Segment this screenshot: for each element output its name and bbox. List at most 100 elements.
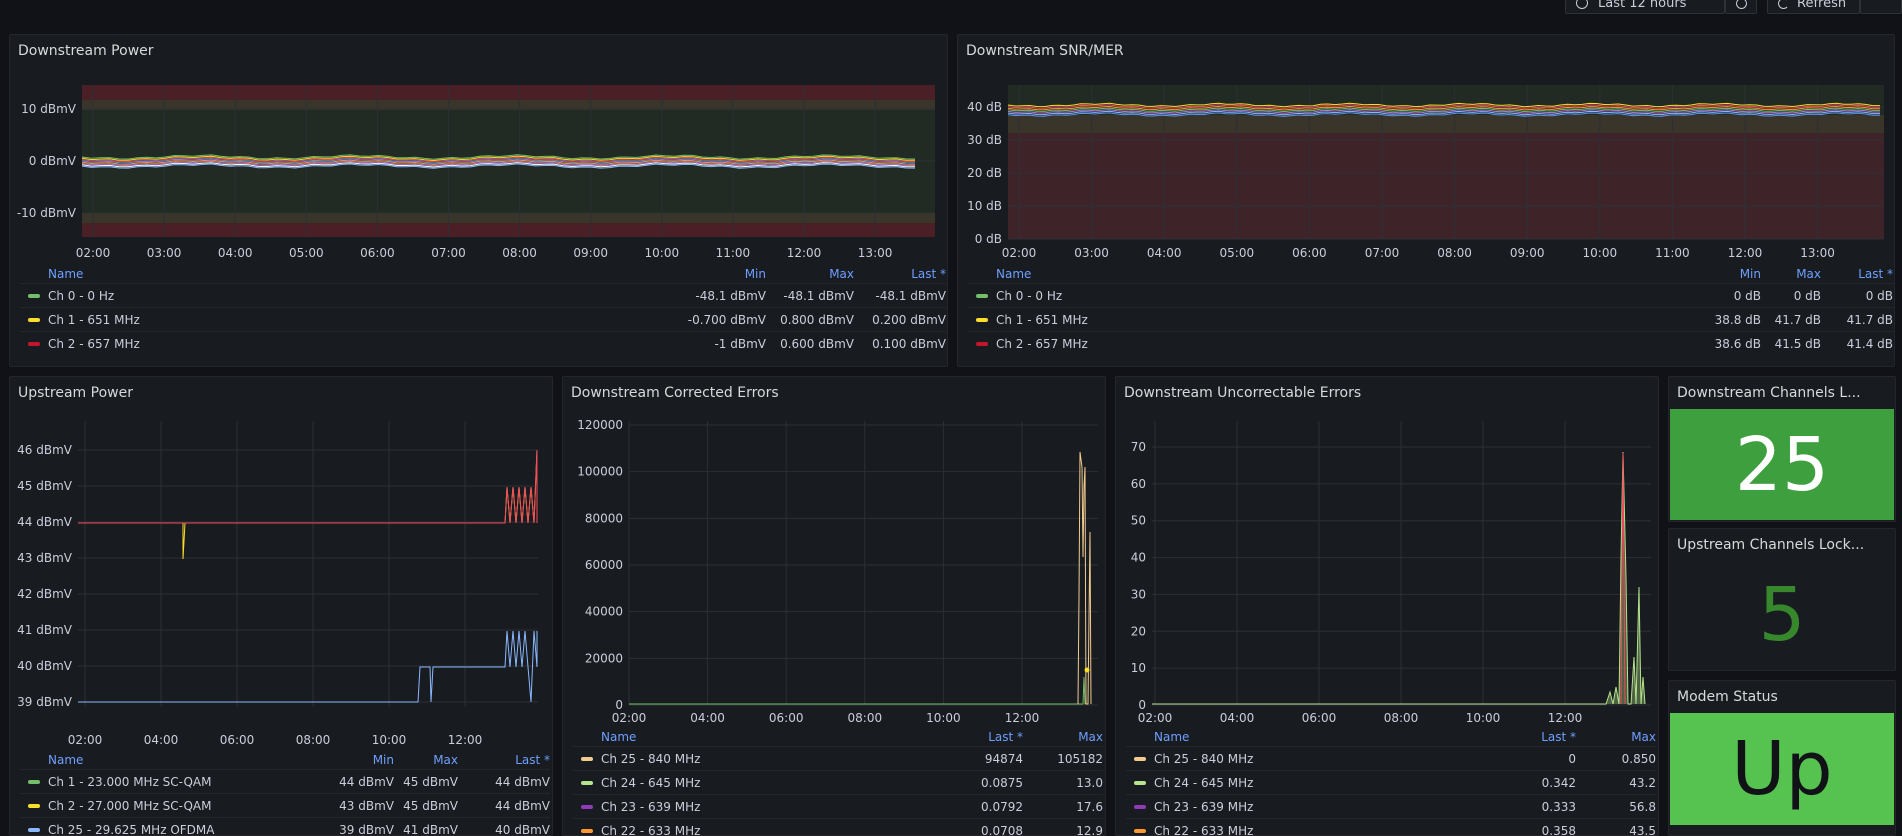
legend-sort-last[interactable]: Last * [939, 730, 1023, 744]
x-tick-label: 12:00 [1728, 246, 1763, 260]
legend-max-value: 43.2 [1576, 776, 1656, 790]
y-tick-label: 0 [1138, 698, 1146, 712]
refresh-label: Refresh [1797, 0, 1846, 11]
legend-header: NameMinMaxLast * [20, 751, 550, 769]
clock-icon [1576, 0, 1588, 9]
legend-row[interactable]: Ch 23 - 639 MHz0.33356.8 [1126, 794, 1656, 818]
zoom-out-button[interactable] [1725, 0, 1757, 14]
legend-row[interactable]: Ch 24 - 645 MHz0.34243.2 [1126, 770, 1656, 794]
legend-row[interactable]: Ch 1 - 651 MHz-0.700 dBmV0.800 dBmV0.200… [20, 307, 946, 331]
legend-series-name: Ch 2 - 657 MHz [48, 337, 140, 351]
legend-sort-max[interactable]: Max [1761, 267, 1821, 281]
downstream-snr-graph[interactable]: 40 dB30 dB20 dB10 dB0 dB02:0003:0004:000… [958, 35, 1895, 265]
legend-sort-min[interactable]: Min [676, 267, 766, 281]
series-color-swatch [1134, 757, 1146, 761]
legend-sort-min[interactable]: Min [324, 753, 394, 767]
downstream-corrected-errors-panel: Downstream Corrected Errors 120000100000… [562, 376, 1106, 836]
legend-sort-name[interactable]: Name [20, 753, 324, 767]
legend-sort-name[interactable]: Name [573, 730, 939, 744]
x-tick-label: 09:00 [1510, 246, 1545, 260]
legend-series-name: Ch 25 - 840 MHz [1154, 752, 1253, 766]
y-tick-label: 20 dB [967, 166, 1002, 180]
legend-sort-max[interactable]: Max [1023, 730, 1103, 744]
legend-max-value: 0.800 dBmV [766, 313, 854, 327]
data-point [1085, 668, 1090, 673]
x-tick-label: 07:00 [1365, 246, 1400, 260]
legend-min-value: -48.1 dBmV [676, 289, 766, 303]
panel-title[interactable]: Modem Status [1677, 689, 1778, 705]
downstream-power-graph[interactable]: 10 dBmV0 dBmV-10 dBmV02:0003:0004:0005:0… [10, 35, 948, 265]
downstream-power-legend: NameMinMaxLast * Ch 0 - 0 Hz -48.1 dBmV-48… [20, 265, 946, 355]
stat-value: 25 [1735, 422, 1829, 508]
y-tick-label: 44 dBmV [17, 515, 73, 529]
legend-last-value: 0.0875 [939, 776, 1023, 790]
x-tick-label: 09:00 [573, 246, 608, 260]
legend-row[interactable]: Ch 0 - 0 Hz0 dB0 dB0 dB [968, 283, 1893, 307]
legend-row[interactable]: Ch 23 - 639 MHz0.079217.6 [573, 794, 1103, 818]
legend-row[interactable]: Ch 2 - 27.000 MHz SC-QAM43 dBmV45 dBmV44… [20, 793, 550, 817]
x-tick-label: 05:00 [1220, 246, 1255, 260]
legend-sort-last[interactable]: Last * [854, 267, 946, 281]
upstream-power-graph[interactable]: 46 dBmV45 dBmV44 dBmV43 dBmV42 dBmV41 dB… [10, 377, 553, 757]
legend-sort-max[interactable]: Max [1576, 730, 1656, 744]
legend-sort-name[interactable]: Name [20, 267, 676, 281]
series-color-swatch [581, 805, 593, 809]
x-tick-label: 08:00 [1384, 711, 1419, 725]
downstream-power-panel: Downstream Power 10 dBmV0 dBmV-10 dBmV02… [9, 34, 948, 367]
legend-series-name: Ch 0 - 0 Hz [996, 289, 1062, 303]
legend-row[interactable]: Ch 22 - 633 MHz0.35843.5 [1126, 818, 1656, 836]
legend-last-value: 94874 [939, 752, 1023, 766]
legend-row[interactable]: Ch 0 - 0 Hz-48.1 dBmV-48.1 dBmV-48.1 dBm… [20, 283, 946, 307]
panel-title[interactable]: Upstream Channels Lock... [1677, 537, 1864, 553]
x-tick-label: 06:00 [769, 711, 804, 725]
stat-value-box: 5 [1670, 561, 1894, 669]
legend-row[interactable]: Ch 22 - 633 MHz0.070812.9 [573, 818, 1103, 836]
series-color-swatch [28, 342, 40, 346]
legend-sort-min[interactable]: Min [1691, 267, 1761, 281]
stat-value-box: 25 [1670, 409, 1894, 520]
refresh-button[interactable]: Refresh [1767, 0, 1860, 14]
legend-series: Ch 25 - 840 MHz [1126, 752, 1492, 766]
x-tick-label: 07:00 [431, 246, 466, 260]
legend-sort-name[interactable]: Name [1126, 730, 1492, 744]
x-tick-label: 02:00 [1138, 711, 1173, 725]
legend-row[interactable]: Ch 2 - 657 MHz38.6 dB41.5 dB41.4 dB [968, 331, 1893, 355]
legend-max-value: 41 dBmV [394, 823, 458, 836]
modem-status-panel: Modem Status Up [1668, 680, 1896, 836]
x-tick-label: 13:00 [858, 246, 893, 260]
legend-series-name: Ch 0 - 0 Hz [48, 289, 114, 303]
y-tick-label: 39 dBmV [17, 695, 73, 709]
legend-series: Ch 2 - 657 MHz [20, 337, 676, 351]
downstream-uncorrectable-errors-graph[interactable]: 70605040302010002:0004:0006:0008:0010:00… [1116, 377, 1659, 732]
legend-row[interactable]: Ch 24 - 645 MHz0.087513.0 [573, 770, 1103, 794]
legend-max-value: 45 dBmV [394, 775, 458, 789]
y-tick-label: 0 dB [975, 232, 1002, 246]
legend-sort-last[interactable]: Last * [458, 753, 550, 767]
refresh-interval-dropdown[interactable] [1860, 0, 1902, 14]
legend-sort-max[interactable]: Max [766, 267, 854, 281]
legend-series: Ch 1 - 651 MHz [20, 313, 676, 327]
legend-row[interactable]: Ch 1 - 23.000 MHz SC-QAM44 dBmV45 dBmV44… [20, 769, 550, 793]
series-color-swatch [581, 781, 593, 785]
legend-row[interactable]: Ch 25 - 29.625 MHz OFDMA39 dBmV41 dBmV40… [20, 817, 550, 836]
y-tick-label: 41 dBmV [17, 623, 73, 637]
legend-row[interactable]: Ch 25 - 840 MHz94874105182 [573, 746, 1103, 770]
downstream-corrected-errors-graph[interactable]: 12000010000080000600004000020000002:0004… [563, 377, 1106, 732]
x-tick-label: 11:00 [1655, 246, 1690, 260]
x-tick-label: 04:00 [1220, 711, 1255, 725]
legend-row[interactable]: Ch 1 - 651 MHz38.8 dB41.7 dB41.7 dB [968, 307, 1893, 331]
legend-series: Ch 2 - 27.000 MHz SC-QAM [20, 799, 324, 813]
legend-sort-max[interactable]: Max [394, 753, 458, 767]
panel-title[interactable]: Downstream Channels L... [1677, 385, 1861, 401]
legend-row[interactable]: Ch 2 - 657 MHz-1 dBmV0.600 dBmV0.100 dBm… [20, 331, 946, 355]
legend-max-value: -48.1 dBmV [766, 289, 854, 303]
legend-sort-last[interactable]: Last * [1492, 730, 1576, 744]
legend-header: NameLast *Max [573, 728, 1103, 746]
time-range-picker[interactable]: Last 12 hours [1565, 0, 1725, 14]
x-tick-label: 02:00 [76, 246, 111, 260]
y-tick-label: 20 [1131, 624, 1146, 638]
legend-header: NameLast *Max [1126, 728, 1656, 746]
legend-sort-name[interactable]: Name [968, 267, 1691, 281]
legend-sort-last[interactable]: Last * [1821, 267, 1893, 281]
legend-row[interactable]: Ch 25 - 840 MHz00.850 [1126, 746, 1656, 770]
